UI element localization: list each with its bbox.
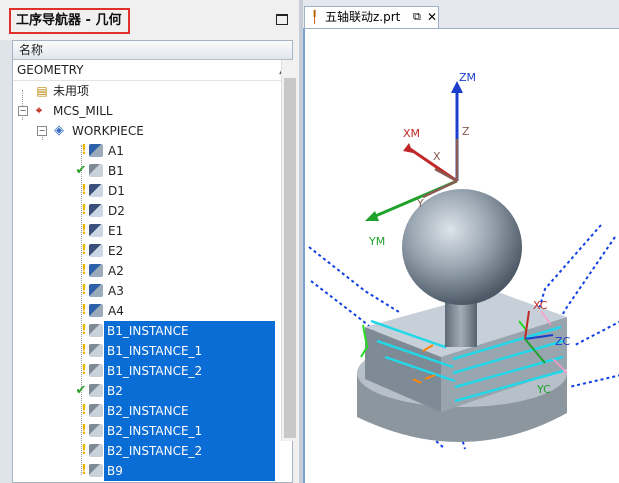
operation-row[interactable]: ! B2_INSTANCE — [13, 401, 275, 421]
operation-type-icon — [89, 144, 103, 157]
operation-type-icon — [89, 204, 103, 217]
root-label: GEOMETRY — [17, 63, 84, 77]
operation-row[interactable]: ! E1 — [13, 221, 275, 241]
operation-row[interactable]: ! A2 — [13, 261, 275, 281]
operation-type-icon — [89, 364, 103, 377]
vertical-scrollbar[interactable] — [281, 60, 299, 441]
axis-zm-label: ZM — [459, 71, 476, 84]
operation-label: A4 — [108, 304, 124, 318]
operation-row[interactable]: ! B2_INSTANCE_2 — [13, 441, 275, 461]
operation-type-icon — [89, 404, 103, 417]
axis-ym-label: YM — [368, 235, 385, 248]
operation-row[interactable]: ✔ B2 — [13, 381, 275, 401]
axis-z-label: Z — [462, 125, 470, 138]
tree-item-unused[interactable]: ▤ 未用项 — [13, 81, 275, 101]
operation-row[interactable]: ! A3 — [13, 281, 275, 301]
mcs-coordinate-icon: ⌖ — [35, 104, 43, 117]
operation-label: B1_INSTANCE_2 — [104, 361, 275, 381]
operation-label: B2 — [104, 381, 275, 401]
operation-label: B2_INSTANCE_1 — [104, 421, 275, 441]
scrollbar-thumb[interactable] — [284, 78, 296, 438]
folder-icon: ▤ — [36, 84, 48, 98]
operation-type-icon — [89, 244, 103, 257]
pin-icon[interactable]: ╿ — [311, 7, 318, 27]
operation-type-icon — [89, 284, 103, 297]
operation-label: B1_INSTANCE — [104, 321, 275, 341]
operation-label: B2_INSTANCE_2 — [104, 441, 275, 461]
operation-type-icon — [89, 164, 103, 177]
operation-label: A3 — [108, 284, 124, 298]
operation-row[interactable]: ! D1 — [13, 181, 275, 201]
collapse-icon[interactable]: − — [37, 126, 47, 136]
part-model-view: ZM XM YM Z X Y XC ZC YC — [308, 71, 619, 450]
operation-row[interactable]: ! A4 — [13, 301, 275, 321]
operation-type-icon — [89, 464, 103, 477]
collapse-icon[interactable]: − — [18, 106, 28, 116]
operation-type-icon — [89, 384, 103, 397]
operation-row[interactable]: ! B2_INSTANCE_1 — [13, 421, 275, 441]
operation-row[interactable]: ! B1_INSTANCE — [13, 321, 275, 341]
close-icon[interactable]: ✕ — [427, 7, 437, 27]
operation-label: A2 — [108, 264, 124, 278]
column-header-name[interactable]: 名称 — [13, 41, 292, 60]
axis-y-label: Y — [416, 197, 424, 210]
operation-row[interactable]: ! B1_INSTANCE_2 — [13, 361, 275, 381]
tree-root-geometry[interactable]: GEOMETRY ▲ — [13, 60, 292, 81]
operation-row[interactable]: ! D2 — [13, 201, 275, 221]
workpiece-label: WORKPIECE — [72, 124, 144, 138]
axis-yc-label: YC — [536, 383, 551, 396]
operation-row[interactable]: ! A1 — [13, 141, 275, 161]
operation-label: E2 — [108, 244, 124, 258]
maximize-icon[interactable] — [276, 14, 288, 25]
operation-label: B2_INSTANCE — [104, 401, 275, 421]
navigator-tree: 名称 GEOMETRY ▲ ▤ 未用项 − ⌖ MCS_MILL − ◈ WOR… — [12, 40, 293, 483]
navigator-title: 工序导航器 - 几何 — [9, 8, 130, 34]
unused-label: 未用项 — [53, 84, 90, 98]
tab-bar: ╿ 五轴联动z.prt ⧉ ✕ — [303, 0, 619, 29]
operation-type-icon — [89, 184, 103, 197]
mcs-label: MCS_MILL — [53, 104, 113, 118]
operation-row[interactable]: ! B9 — [13, 461, 275, 481]
axis-zc-label: ZC — [555, 335, 571, 348]
operation-type-icon — [89, 424, 103, 437]
operation-row[interactable]: ! B1_INSTANCE_1 — [13, 341, 275, 361]
operation-row[interactable]: ✔ B1 — [13, 161, 275, 181]
operation-label: B1_INSTANCE_1 — [104, 341, 275, 361]
workpiece-icon: ◈ — [54, 123, 64, 138]
operation-type-icon — [89, 304, 103, 317]
operation-label: D1 — [108, 184, 125, 198]
tree-item-mcs-mill[interactable]: − ⌖ MCS_MILL — [13, 101, 275, 121]
popout-icon[interactable]: ⧉ — [413, 7, 421, 27]
operation-label: B9 — [104, 461, 275, 481]
axis-xm-label: XM — [403, 127, 420, 140]
operation-label: E1 — [108, 224, 124, 238]
status-complete-icon: ✔ — [75, 163, 87, 178]
status-complete-icon: ✔ — [75, 383, 87, 398]
axis-xc-label: XC — [533, 299, 548, 312]
operation-row[interactable]: ! E2 — [13, 241, 275, 261]
operation-label: D2 — [108, 204, 125, 218]
operation-type-icon — [89, 344, 103, 357]
operation-type-icon — [89, 264, 103, 277]
axis-x-label: X — [433, 150, 441, 163]
operation-type-icon — [89, 444, 103, 457]
tab-part-file[interactable]: ╿ 五轴联动z.prt ⧉ ✕ — [304, 6, 439, 28]
operation-navigator-panel: 工序导航器 - 几何 名称 GEOMETRY ▲ ▤ 未用项 − ⌖ MCS_M… — [0, 0, 299, 483]
tree-item-workpiece[interactable]: − ◈ WORKPIECE — [13, 121, 275, 141]
operation-label: B1 — [108, 164, 124, 178]
3d-viewport[interactable]: ZM XM YM Z X Y XC ZC YC — [303, 29, 619, 483]
operation-type-icon — [89, 224, 103, 237]
graphics-window: ╿ 五轴联动z.prt ⧉ ✕ ZM XM YM Z X Y XC ZC YC — [303, 0, 619, 483]
operation-label: A1 — [108, 144, 124, 158]
tab-label: 五轴联动z.prt — [325, 10, 401, 24]
operation-type-icon — [89, 324, 103, 337]
